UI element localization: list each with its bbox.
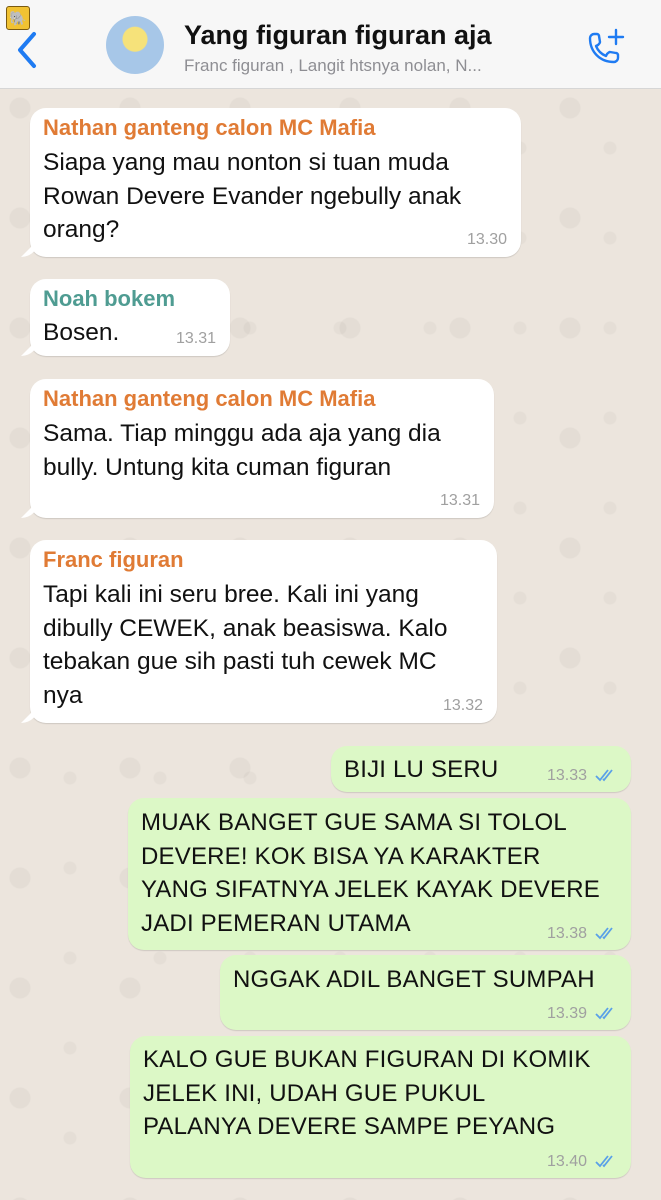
message-line: NGGAK ADIL BANGET SUMPAH <box>233 966 595 993</box>
message-time: 13.31 <box>175 330 216 347</box>
message-outgoing[interactable]: KALO GUE BUKAN FIGURAN DI KOMIK JELEK IN… <box>130 1036 631 1178</box>
sender-name: Nathan ganteng calon MC Mafia <box>43 386 376 411</box>
message-line: YANG SIFATNYA JELEK KAYAK DEVERE <box>141 876 600 903</box>
message-line: Siapa yang mau nonton si tuan muda <box>43 149 449 176</box>
back-button[interactable] <box>12 30 42 70</box>
message-line: Tapi kali ini seru bree. Kali ini yang <box>43 581 419 608</box>
message-text: NGGAK ADIL BANGET SUMPAH <box>233 963 595 997</box>
message-time: 13.32 <box>442 697 483 714</box>
message-incoming[interactable]: Nathan ganteng calon MC Mafia Sama. Tiap… <box>30 379 494 518</box>
message-text: Sama. Tiap minggu ada aja yang dia bully… <box>43 417 441 484</box>
chat-title[interactable]: Yang figuran figuran aja <box>184 20 492 51</box>
message-line: Bosen. <box>43 319 120 346</box>
sender-name: Franc figuran <box>43 547 184 572</box>
add-call-button[interactable] <box>582 26 628 70</box>
message-line: bully. Untung kita cuman figuran <box>43 453 392 481</box>
sender-name: Nathan ganteng calon MC Mafia <box>43 115 376 140</box>
elephant-icon: 🐘 <box>6 6 30 30</box>
message-time: 13.38 <box>546 925 587 942</box>
message-text: Tapi kali ini seru bree. Kali ini yang d… <box>43 578 447 712</box>
message-outgoing[interactable]: NGGAK ADIL BANGET SUMPAH 13.39 <box>220 955 631 1030</box>
message-line: MUAK BANGET GUE SAMA SI TOLOL <box>141 809 567 836</box>
message-text: Bosen. <box>43 316 119 350</box>
message-line: PALANYA DEVERE SAMPE PEYANG <box>143 1113 556 1140</box>
double-check-icon <box>595 1155 613 1168</box>
sender-name: Noah bokem <box>43 286 176 311</box>
phone-add-icon <box>588 28 625 64</box>
message-incoming[interactable]: Franc figuran Tapi kali ini seru bree. K… <box>30 540 497 723</box>
chat-header: 🐘 Yang figuran figuran aja Franc figuran… <box>0 0 661 89</box>
message-line: JELEK INI, UDAH GUE PUKUL <box>143 1079 486 1107</box>
message-line: KALO GUE BUKAN FIGURAN DI KOMIK <box>143 1046 591 1073</box>
message-text: BIJI LU SERU <box>344 753 498 787</box>
message-line: BIJI LU SERU <box>344 756 499 783</box>
message-line: orang? <box>43 216 120 243</box>
message-time: 13.39 <box>546 1005 587 1022</box>
double-check-icon <box>595 1007 613 1020</box>
message-line: JADI PEMERAN UTAMA <box>141 909 411 937</box>
message-time: 13.31 <box>439 492 480 509</box>
message-text: Siapa yang mau nonton si tuan muda Rowan… <box>43 146 461 247</box>
double-check-icon <box>595 927 613 940</box>
message-time: 13.40 <box>546 1153 587 1170</box>
message-line: DEVERE! KOK BISA YA KARAKTER <box>141 842 541 870</box>
message-incoming[interactable]: Noah bokem Bosen. 13.31 <box>30 279 230 356</box>
message-outgoing[interactable]: BIJI LU SERU 13.33 <box>331 746 631 792</box>
message-time: 13.33 <box>546 767 587 784</box>
message-line: dibully CEWEK, anak beasiswa. Kalo <box>43 614 448 642</box>
group-avatar[interactable] <box>106 16 164 74</box>
double-check-icon <box>595 769 613 782</box>
message-text: KALO GUE BUKAN FIGURAN DI KOMIK JELEK IN… <box>143 1043 591 1144</box>
message-time: 13.30 <box>466 231 507 248</box>
message-text: MUAK BANGET GUE SAMA SI TOLOL DEVERE! KO… <box>141 806 600 940</box>
chat-participants[interactable]: Franc figuran , Langit htsnya nolan, N..… <box>184 56 576 76</box>
message-line: nya <box>43 681 83 709</box>
message-line: tebakan gue sih pasti tuh cewek MC <box>43 648 437 675</box>
chevron-left-icon <box>18 32 36 68</box>
message-line: Rowan Devere Evander ngebully anak <box>43 182 462 210</box>
message-line: Sama. Tiap minggu ada aja yang dia <box>43 420 441 447</box>
message-incoming[interactable]: Nathan ganteng calon MC Mafia Siapa yang… <box>30 108 521 257</box>
message-outgoing[interactable]: MUAK BANGET GUE SAMA SI TOLOL DEVERE! KO… <box>128 798 631 950</box>
